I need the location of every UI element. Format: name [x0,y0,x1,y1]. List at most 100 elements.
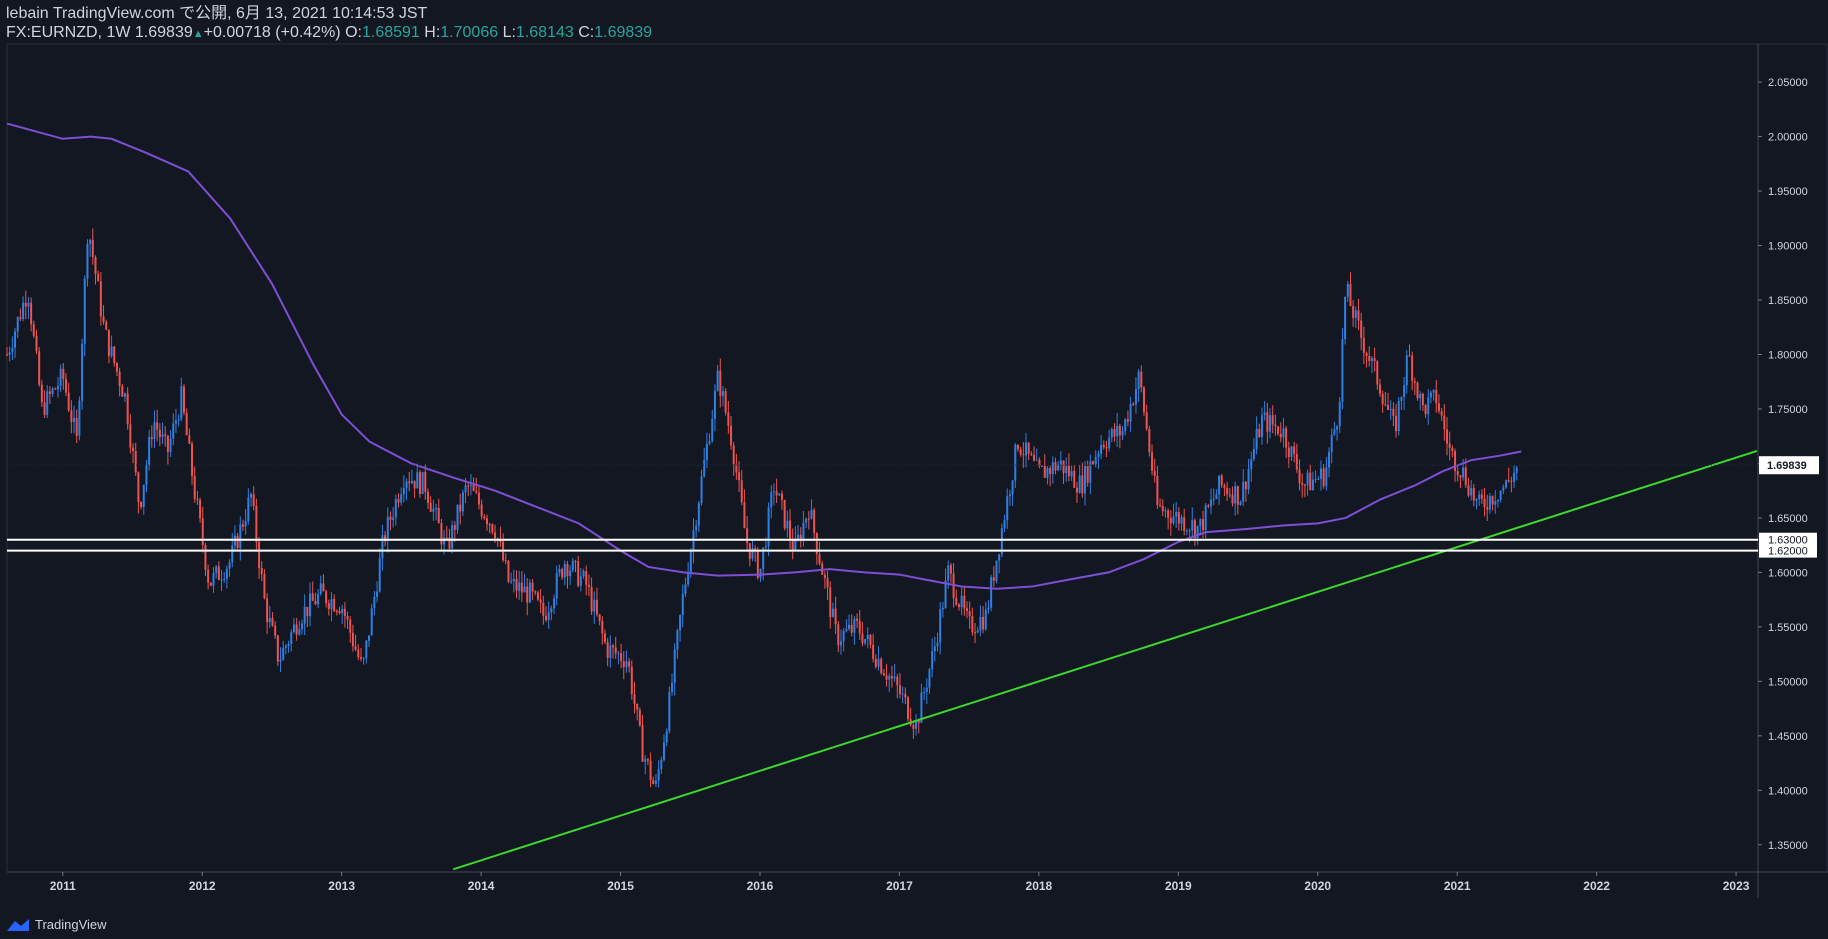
candle [839,629,842,655]
candle-body [394,498,397,518]
candle-body [1011,480,1014,495]
candle [684,577,687,597]
candle [1437,394,1440,414]
candle-body [295,624,298,635]
candle [1081,462,1084,498]
candle-body [756,549,759,578]
candle [378,548,381,593]
candle [534,590,537,596]
candle [518,570,521,601]
candle [671,673,674,696]
candle-body [598,614,601,621]
candle-body [555,572,558,599]
candle-body [571,560,574,571]
candle-body [695,525,698,531]
candle [1381,390,1384,413]
candle [1384,391,1387,407]
candle-body [30,302,33,325]
candle-body [86,243,89,279]
candle-body [657,769,660,781]
candle [1113,423,1116,442]
candle [775,478,778,503]
candle-body [1067,465,1070,477]
candle-body [780,493,783,500]
candle [1234,481,1237,516]
candle-body [309,593,312,617]
candle-body [24,302,27,307]
candle-body [925,687,928,693]
candle-body [561,569,564,578]
candle-body [413,480,416,489]
candle [762,547,765,581]
candle [1370,355,1373,374]
candle-body [188,435,191,444]
candle [856,613,859,628]
candle [923,687,926,700]
candle-body [896,676,899,686]
candle [1360,312,1363,351]
candle-body [150,436,153,440]
candle [1309,464,1312,491]
price-tick-label: 1.45000 [1768,731,1808,743]
candle-body [1006,496,1009,521]
candle-body [1295,453,1298,470]
candle-body [928,669,931,688]
candle [1271,405,1274,434]
candle-body [284,645,287,648]
candle-body [885,675,888,680]
candle-body [579,576,582,586]
candle [1322,464,1325,489]
candle-body [207,569,210,583]
candle [705,432,708,468]
candle-body [971,616,974,633]
candle-body [292,624,295,633]
candle-body [19,317,22,319]
candle-body [1483,498,1486,508]
candle-body [711,418,714,442]
candle-body [979,616,982,631]
candle-body [823,574,826,579]
candle [48,386,51,404]
candle [872,633,875,663]
candle [1097,450,1100,469]
candle [673,643,676,696]
candle [1424,403,1427,418]
candle-body [628,661,631,667]
candle-body [1499,490,1502,500]
candle [995,560,998,584]
candle-body [260,568,263,575]
candle-body [354,646,357,650]
candle-body [1429,392,1432,398]
candle-body [1183,517,1186,531]
candle-body [882,673,885,676]
candle [427,488,430,509]
candle [89,238,92,257]
candle-body [1244,481,1247,490]
candle-body [1357,310,1360,321]
candle-body [145,464,148,485]
tradingview-branding[interactable]: TradingView [6,917,107,932]
candle-body [1360,320,1363,338]
candle-body [1033,455,1036,461]
candle-body [1317,478,1320,480]
candle [1306,469,1309,496]
candle-body [1435,389,1438,404]
candle-body [668,692,671,732]
candle-body [1049,467,1052,474]
candle-body [1389,408,1392,410]
candle-body [16,317,19,332]
candle [416,463,419,489]
candle [520,571,523,602]
candle-body [306,606,309,617]
candle [1033,446,1036,462]
candle [912,722,915,739]
price-chart[interactable]: 1.35000 1.40000 1.45000 1.50000 1.55000 1.600… [0,0,1828,939]
candle-body [140,502,143,507]
candle-body [746,528,749,544]
candle-body [252,494,255,507]
candle [46,385,49,418]
candle-body [523,586,526,593]
candle [512,569,515,593]
candle-body [764,546,767,548]
candle [992,565,995,587]
